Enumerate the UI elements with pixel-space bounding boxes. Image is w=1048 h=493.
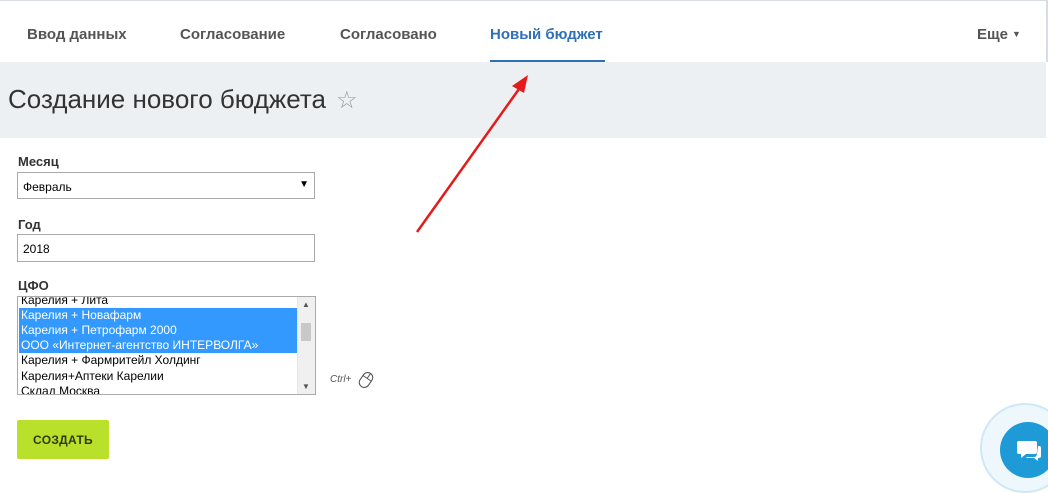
cfo-label: ЦФО — [18, 278, 49, 293]
chat-icon — [1017, 441, 1041, 461]
list-item[interactable]: Карелия + Лита — [19, 297, 297, 308]
more-label: Еще — [977, 26, 1009, 43]
star-icon[interactable]: ☆ — [336, 86, 358, 115]
tab-data-entry[interactable]: Ввод данных — [27, 26, 127, 43]
year-value: 2018 — [23, 242, 50, 256]
list-item[interactable]: Склад Москва — [19, 384, 297, 394]
month-select[interactable]: Февраль ▼ — [17, 172, 315, 199]
mouse-icon — [358, 371, 374, 389]
month-label: Месяц — [18, 154, 59, 169]
list-item[interactable]: Карелия + Петрофарм 2000 — [19, 323, 297, 338]
scrollbar-thumb[interactable] — [301, 323, 311, 341]
more-menu-button[interactable]: Еще ▼ — [977, 26, 1021, 43]
tab-approval[interactable]: Согласование — [180, 26, 285, 43]
annotation-arrow — [415, 75, 528, 233]
year-input[interactable]: 2018 — [17, 234, 315, 262]
tab-new-budget[interactable]: Новый бюджет — [490, 26, 603, 43]
year-label: Год — [18, 217, 41, 232]
dropdown-arrow-icon: ▼ — [299, 179, 309, 190]
month-value: Февраль — [23, 180, 72, 194]
scroll-up-icon[interactable]: ▲ — [302, 300, 310, 309]
list-item[interactable]: Карелия + Фармритейл Холдинг — [19, 353, 297, 368]
create-button[interactable]: СОЗДАТЬ — [17, 420, 109, 459]
list-item[interactable]: Карелия+Аптеки Карелии — [19, 369, 297, 384]
tab-approved[interactable]: Согласовано — [340, 26, 437, 43]
list-item[interactable]: Карелия + Новафарм — [19, 308, 297, 323]
caret-down-icon: ▼ — [1012, 29, 1021, 39]
list-item[interactable]: ООО «Интернет-агентство ИНТЕРВОЛГА» — [19, 338, 297, 353]
chat-button[interactable] — [1000, 422, 1048, 478]
cfo-listbox[interactable]: Карелия + Лита Карелия + Новафарм Карели… — [17, 296, 316, 395]
top-navigation: Ввод данных Согласование Согласовано Нов… — [0, 0, 1048, 62]
multi-select-hint: Ctrl+ — [330, 374, 352, 385]
page-title: Создание нового бюджета — [8, 84, 326, 114]
scroll-down-icon[interactable]: ▼ — [302, 382, 310, 391]
listbox-scrollbar[interactable]: ▲ ▼ — [297, 297, 315, 394]
